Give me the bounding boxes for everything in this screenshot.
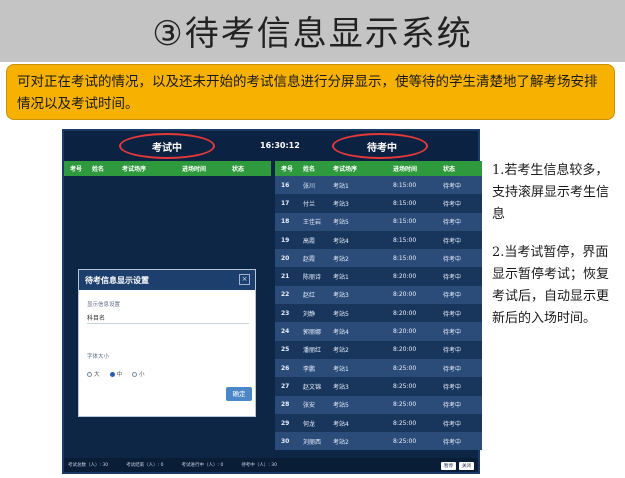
slide-title: ③待考信息显示系统 [152,14,473,54]
table-row: 25 潘丽红 考站2 8:20:00 待考中 [275,340,482,359]
col-room: 考试场序 [333,166,358,173]
col-name: 姓名 [303,166,316,173]
clock: 16:30:12 [260,141,300,150]
col-room: 考试场序 [122,166,147,173]
footer-stat: 考试进行中（人）: 0 [181,463,224,468]
table-row: 17 付兰 考站3 8:15:00 待考中 [275,194,482,213]
col-no: 考号 [70,166,83,173]
display-info-label: 显示信息设置 [87,302,121,308]
side-notes: 1.若考生信息较多，支持滚屏显示考生信息 2.当考试暂停，界面显示暂停考试；恢复… [492,160,618,346]
table-row: 26 李鹏 考站1 8:25:00 待考中 [275,358,482,378]
intro-callout: 可对正在考试的情况，以及还未开始的考试信息进行分屏显示，使等待的学生清楚地了解考… [6,64,615,120]
table-row: 22 赵红 考站3 8:20:00 待考中 [275,285,482,305]
footer-buttons: 暂停 关闭 [441,462,474,470]
table-row: 16 张川 考站1 8:15:00 待考中 [275,176,482,195]
radio-icon [132,371,138,377]
table-row: 30 刘丽西 考站2 8:25:00 待考中 [275,432,482,451]
radio-label: 大 [94,372,100,378]
col-name: 姓名 [92,166,105,173]
close-icon[interactable]: × [239,274,250,285]
col-state: 状态 [443,166,456,173]
col-time: 进场时间 [182,166,207,173]
col-time: 进场时间 [393,166,418,173]
in-exam-title: 考试中 [152,143,182,154]
slide-title-bar: ③待考信息显示系统 [0,0,625,62]
table-row: 20 赵霞 考站2 8:15:00 待考中 [275,249,482,268]
note-pause: 2.当考试暂停，界面显示暂停考试；恢复考试后，自动显示更新后的入场时间。 [492,245,610,326]
waiting-table-body[interactable]: 16 张川 考站1 8:15:00 待考中 17 付兰 考站3 8:15:00 待考中 18 王佳… [275,176,482,451]
pause-button[interactable]: 暂停 [441,462,456,470]
footer-stat: 考试总数（人）: 30 [68,463,109,468]
table-row: 29 何龙 考站4 8:25:00 待考中 [275,413,482,433]
font-size-radio-group: 大 中 小 [87,370,145,378]
note-scrolling: 1.若考生信息较多，支持滚屏显示考生信息 [492,163,610,222]
col-state: 状态 [232,166,245,173]
display-settings-dialog: 待考信息显示设置 × 显示信息设置 科目名 字体大小 大 中 小 确定 [78,269,256,417]
status-footer: 考试总数（人）: 30 考试结束（人）: 0 考试进行中（人）: 0 待考中（人… [64,458,478,472]
dialog-title: 待考信息显示设置 [79,270,255,290]
footer-stat: 待考中（人）: 30 [241,463,277,468]
display-info-field[interactable]: 科目名 [87,310,249,324]
table-row: 27 赵文锦 考站3 8:25:00 待考中 [275,377,482,396]
table-row: 19 高霞 考站4 8:15:00 待考中 [275,230,482,250]
waiting-title: 待考中 [367,143,397,154]
screen-header: 考试中 16:30:12 待考中 [64,131,478,161]
font-size-medium-radio[interactable]: 中 [109,370,123,378]
exam-display-screen: 考试中 16:30:12 待考中 考号 姓名 考试场序 进场时间 状态 考号 姓… [62,129,482,474]
table-row: 23 刘静 考站5 8:20:00 待考中 [275,304,482,323]
col-no: 考号 [281,166,294,173]
in-exam-table-header: 考号 姓名 考试场序 进场时间 状态 [64,161,271,176]
footer-stat: 考试结束（人）: 0 [126,463,164,468]
waiting-table-header: 考号 姓名 考试场序 进场时间 状态 [275,161,482,176]
font-size-small-radio[interactable]: 小 [132,370,145,378]
table-row: 18 王佳岩 考站5 8:15:00 待考中 [275,212,482,231]
table-row: 28 张安 考站5 8:25:00 待考中 [275,395,482,414]
font-size-large-radio[interactable]: 大 [87,370,100,378]
radio-label: 中 [116,372,123,378]
confirm-button[interactable]: 确定 [226,387,252,401]
radio-icon [109,371,115,377]
radio-label: 小 [139,372,145,378]
table-row: 21 陈丽诗 考站1 8:20:00 待考中 [275,267,482,286]
close-button[interactable]: 关闭 [459,462,474,470]
radio-icon [87,371,92,377]
table-row: 24 郭丽娜 考站4 8:20:00 待考中 [275,322,482,341]
font-size-label: 字体大小 [87,354,110,360]
